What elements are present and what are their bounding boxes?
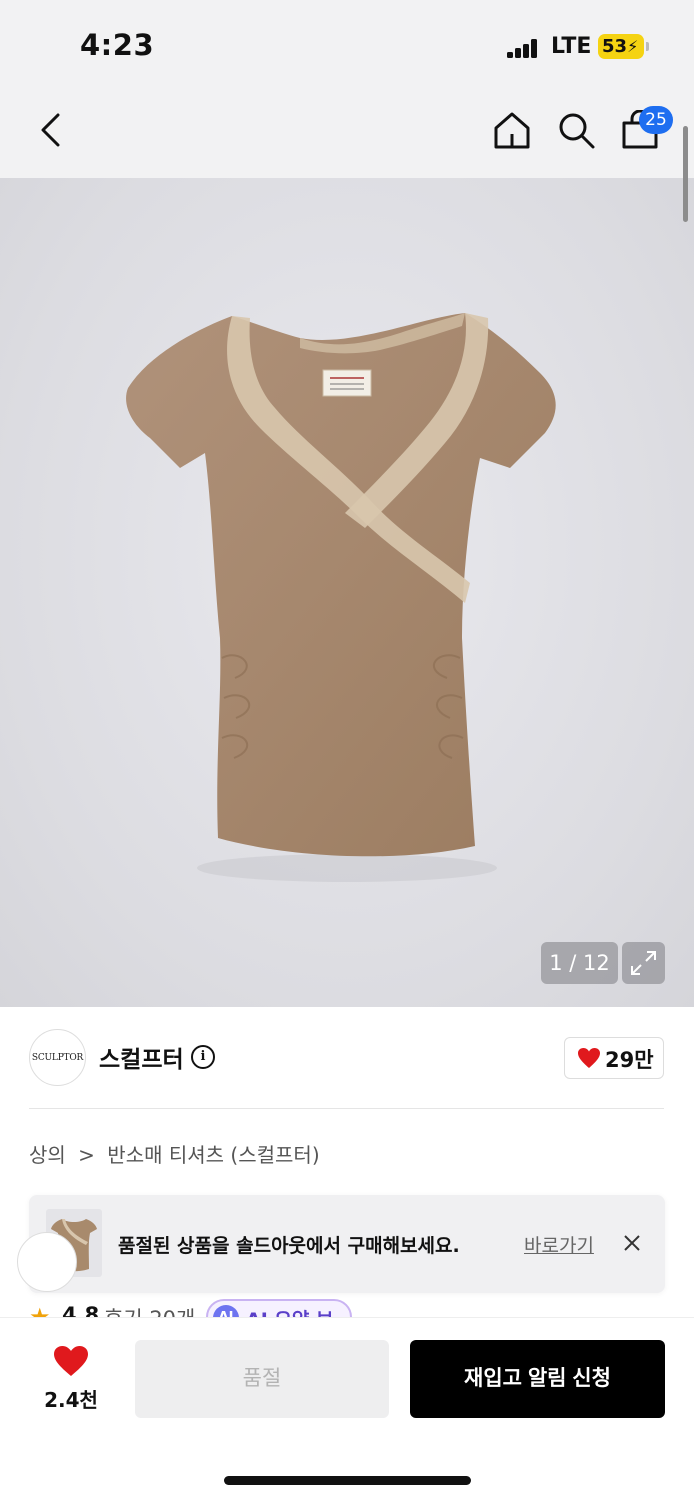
toast-shortcut-link[interactable]: 바로가기	[524, 1231, 594, 1258]
ai-badge-icon: AI	[213, 1305, 239, 1317]
wishlist-heart-icon[interactable]	[52, 1344, 90, 1378]
status-time: 4:23	[80, 28, 155, 62]
rating-row: ★ 4.8 후기 20개 AI AI 요약 보기	[29, 1299, 429, 1317]
breadcrumb: 상의 > 반소매 티셔츠 (스컬프터)	[29, 1139, 326, 1168]
breadcrumb-category[interactable]: 상의	[29, 1143, 66, 1167]
heart-icon	[578, 1048, 600, 1068]
battery-level: 53	[602, 36, 628, 57]
back-icon[interactable]	[38, 112, 64, 148]
review-count-link[interactable]: 후기 20개	[104, 1303, 195, 1317]
signal-icon	[507, 38, 537, 58]
brand-name[interactable]: 스컬프터	[99, 1040, 184, 1074]
product-image[interactable]	[0, 178, 694, 1007]
home-indicator[interactable]	[224, 1476, 471, 1485]
expand-button[interactable]	[622, 942, 665, 984]
close-icon[interactable]	[621, 1232, 643, 1254]
info-icon[interactable]: i	[191, 1045, 215, 1069]
image-counter: 1 / 12	[541, 942, 618, 984]
star-icon: ★	[29, 1303, 51, 1317]
breadcrumb-subcategory[interactable]: 반소매 티셔츠 (스컬프터)	[107, 1143, 319, 1167]
ai-summary-label: AI 요약 보기	[246, 1305, 350, 1317]
cart-count-badge: 25	[639, 106, 673, 134]
home-icon[interactable]	[492, 110, 532, 150]
breadcrumb-separator: >	[78, 1143, 95, 1167]
divider	[29, 1108, 664, 1109]
battery-cap	[646, 42, 649, 51]
soldout-button: 품절	[135, 1340, 389, 1418]
product-photo	[126, 313, 556, 882]
network-label: LTE	[551, 34, 592, 59]
brand-like-count: 29만	[605, 1048, 654, 1072]
soldout-toast[interactable]: 품절된 상품을 솔드아웃에서 구매해보세요. 바로가기	[29, 1195, 665, 1293]
scrollbar[interactable]	[683, 126, 688, 222]
ai-summary-button[interactable]: AI AI 요약 보기	[206, 1299, 352, 1317]
status-bar: 4:23 LTE 53⚡	[0, 0, 694, 90]
wishlist-count: 2.4천	[44, 1388, 98, 1412]
battery-icon: 53⚡	[598, 34, 644, 59]
brand-like-button[interactable]: 29만	[564, 1037, 664, 1079]
expand-icon	[631, 951, 656, 975]
toast-message: 품절된 상품을 솔드아웃에서 구매해보세요.	[118, 1235, 460, 1257]
rating-score: 4.8	[62, 1303, 100, 1317]
restock-alert-button[interactable]: 재입고 알림 신청	[410, 1340, 665, 1418]
floating-circle-button[interactable]	[17, 1232, 77, 1292]
search-icon[interactable]	[556, 110, 596, 150]
brand-logo[interactable]: SCULPTOR	[29, 1029, 86, 1086]
